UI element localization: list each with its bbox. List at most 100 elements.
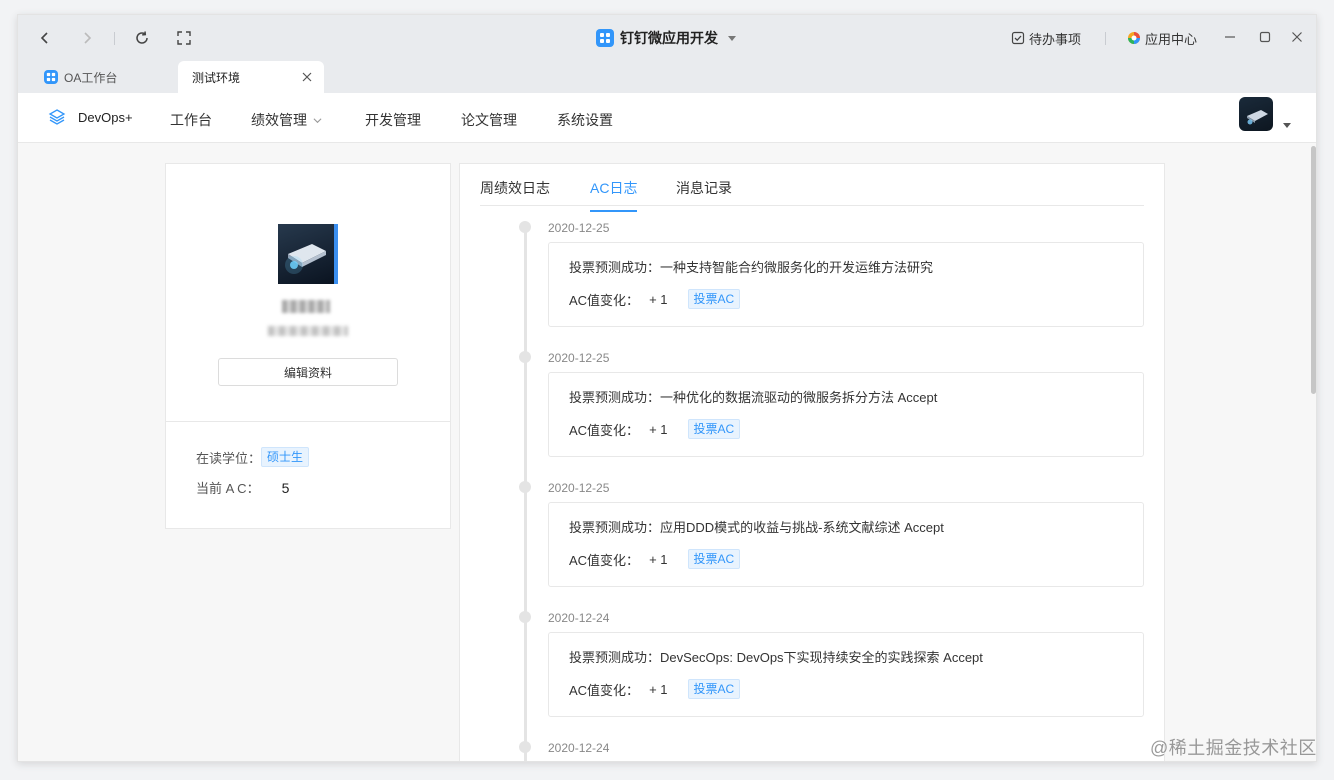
ac-change-label: AC值变化： bbox=[569, 552, 640, 568]
timeline-entry: 投票预测成功：一种支持智能合约微服务化的开发运维方法研究 AC值变化： + 1 … bbox=[548, 242, 1144, 327]
entry-title: 投票预测成功：应用DDD模式的收益与挑战-系统文献综述 Accept bbox=[569, 520, 944, 535]
divider bbox=[1105, 32, 1106, 45]
menu-label: 工作台 bbox=[170, 112, 212, 128]
timeline-date: 2020-12-25 bbox=[548, 481, 610, 495]
ac-change-value: + 1 bbox=[649, 681, 668, 697]
vote-ac-tag: 投票AC bbox=[687, 419, 741, 439]
tab-ac-log[interactable]: AC日志 bbox=[590, 178, 638, 212]
checkbox-icon bbox=[1011, 31, 1025, 45]
degree-label: 在读学位： bbox=[196, 450, 262, 466]
vote-ac-tag: 投票AC bbox=[687, 549, 741, 569]
app-center-button[interactable]: 应用中心 bbox=[1127, 27, 1197, 49]
degree-tag: 硕士生 bbox=[261, 447, 310, 467]
menu-performance[interactable]: 绩效管理 bbox=[251, 110, 322, 130]
ac-change-label: AC值变化： bbox=[569, 682, 640, 698]
timeline-dot bbox=[519, 221, 531, 233]
app-title[interactable]: 钉钉微应用开发 bbox=[596, 27, 736, 49]
log-card: 周绩效日志 AC日志 消息记录 2020-12-25 投票预测成功：一种支持智能… bbox=[459, 163, 1165, 761]
chevron-down-icon bbox=[313, 117, 322, 123]
timeline-dot bbox=[519, 741, 531, 753]
chevron-down-icon[interactable] bbox=[1283, 123, 1291, 128]
timeline-dot bbox=[519, 611, 531, 623]
tab-label: OA工作台 bbox=[64, 70, 118, 85]
close-window-icon[interactable] bbox=[1287, 27, 1307, 47]
timeline-date: 2020-12-25 bbox=[548, 221, 610, 235]
main-content: 编辑资料 在读学位： 硕士生 当前 A C： 5 周绩效日志 AC日志 消息记录… bbox=[18, 144, 1316, 761]
app-header: DevOps+ 工作台 绩效管理 开发管理 论文管理 系统设置 bbox=[18, 93, 1316, 143]
tab-oa-workbench[interactable]: OA工作台 bbox=[30, 61, 178, 93]
tab-strip: OA工作台 测试环境 bbox=[18, 61, 1316, 93]
timeline-line bbox=[524, 226, 527, 761]
entry-ac-row: AC值变化： + 1 投票AC bbox=[569, 289, 741, 309]
vote-ac-tag: 投票AC bbox=[687, 679, 741, 699]
ac-change-value: + 1 bbox=[649, 551, 668, 567]
chevron-down-icon bbox=[728, 35, 736, 41]
menu-label: 系统设置 bbox=[557, 112, 613, 128]
timeline-entry: 投票预测成功：DevSecOps: DevOps下实现持续安全的实践探索 Acc… bbox=[548, 632, 1144, 717]
app-center-icon bbox=[1128, 32, 1140, 44]
menu-settings[interactable]: 系统设置 bbox=[557, 110, 613, 130]
menu-label: 开发管理 bbox=[365, 112, 421, 128]
profile-card: 编辑资料 在读学位： 硕士生 当前 A C： 5 bbox=[165, 163, 451, 529]
divider bbox=[114, 32, 115, 45]
app-title-label: 钉钉微应用开发 bbox=[620, 30, 718, 46]
edit-profile-button[interactable]: 编辑资料 bbox=[218, 358, 398, 386]
tab-messages[interactable]: 消息记录 bbox=[676, 178, 732, 210]
scrollbar[interactable] bbox=[1311, 146, 1316, 394]
ac-change-value: + 1 bbox=[649, 291, 668, 307]
divider bbox=[166, 421, 450, 422]
timeline-dot bbox=[519, 481, 531, 493]
back-icon[interactable] bbox=[34, 27, 56, 49]
close-tab-icon[interactable] bbox=[300, 70, 314, 84]
menu-label: 绩效管理 bbox=[251, 112, 307, 128]
layers-icon bbox=[48, 109, 66, 125]
app-center-label: 应用中心 bbox=[1145, 31, 1198, 47]
entry-title: 投票预测成功：一种优化的数据流驱动的微服务拆分方法 Accept bbox=[569, 390, 938, 405]
log-tabs: 周绩效日志 AC日志 消息记录 bbox=[480, 164, 1144, 212]
timeline-dot bbox=[519, 351, 531, 363]
avatar bbox=[278, 224, 338, 284]
menu-label: 论文管理 bbox=[461, 112, 517, 128]
watermark: @稀土掘金技术社区 bbox=[1150, 738, 1317, 758]
ac-change-value: + 1 bbox=[649, 421, 668, 437]
user-id-redacted bbox=[268, 326, 348, 336]
ac-label: 当前 A C： bbox=[196, 481, 260, 496]
menu-workbench[interactable]: 工作台 bbox=[170, 110, 212, 130]
degree-row: 在读学位： 硕士生 bbox=[196, 447, 310, 467]
todo-button[interactable]: 待办事项 bbox=[1011, 27, 1081, 49]
timeline-date: 2020-12-24 bbox=[548, 611, 610, 625]
brand[interactable]: DevOps+ bbox=[48, 108, 133, 126]
forward-icon[interactable] bbox=[76, 27, 98, 49]
brand-label: DevOps+ bbox=[78, 109, 133, 125]
avatar[interactable] bbox=[1239, 97, 1273, 131]
entry-title: 投票预测成功：一种支持智能合约微服务化的开发运维方法研究 bbox=[569, 260, 934, 275]
vote-ac-tag: 投票AC bbox=[687, 289, 741, 309]
menu-papers[interactable]: 论文管理 bbox=[461, 110, 517, 130]
entry-ac-row: AC值变化： + 1 投票AC bbox=[569, 679, 741, 699]
entry-title: 投票预测成功：DevSecOps: DevOps下实现持续安全的实践探索 Acc… bbox=[569, 650, 983, 665]
app-window: 钉钉微应用开发 待办事项 应用中心 OA工作台 测试环境 DevOps+ 工作台… bbox=[17, 14, 1317, 762]
refresh-icon[interactable] bbox=[131, 27, 153, 49]
tab-label: 测试环境 bbox=[192, 70, 241, 85]
timeline-date: 2020-12-24 bbox=[548, 741, 610, 755]
tab-weekly-log[interactable]: 周绩效日志 bbox=[480, 178, 550, 210]
entry-ac-row: AC值变化： + 1 投票AC bbox=[569, 549, 741, 569]
todo-label: 待办事项 bbox=[1029, 31, 1082, 47]
maximize-icon[interactable] bbox=[1255, 27, 1275, 47]
app-logo-icon bbox=[596, 29, 614, 47]
ac-value: 5 bbox=[281, 479, 290, 496]
timeline-date: 2020-12-25 bbox=[548, 351, 610, 365]
ac-change-label: AC值变化： bbox=[569, 422, 640, 438]
app-logo-icon bbox=[44, 70, 58, 84]
tab-test-env[interactable]: 测试环境 bbox=[178, 61, 324, 93]
fullscreen-icon[interactable] bbox=[173, 27, 195, 49]
minimize-icon[interactable] bbox=[1220, 27, 1240, 47]
user-name-redacted bbox=[282, 300, 330, 313]
ac-change-label: AC值变化： bbox=[569, 292, 640, 308]
timeline-entry: 投票预测成功：应用DDD模式的收益与挑战-系统文献综述 Accept AC值变化… bbox=[548, 502, 1144, 587]
title-bar: 钉钉微应用开发 待办事项 应用中心 bbox=[18, 15, 1316, 61]
timeline-entry: 投票预测成功：一种优化的数据流驱动的微服务拆分方法 Accept AC值变化： … bbox=[548, 372, 1144, 457]
menu-development[interactable]: 开发管理 bbox=[365, 110, 421, 130]
ac-row: 当前 A C： 5 bbox=[196, 478, 289, 497]
entry-ac-row: AC值变化： + 1 投票AC bbox=[569, 419, 741, 439]
